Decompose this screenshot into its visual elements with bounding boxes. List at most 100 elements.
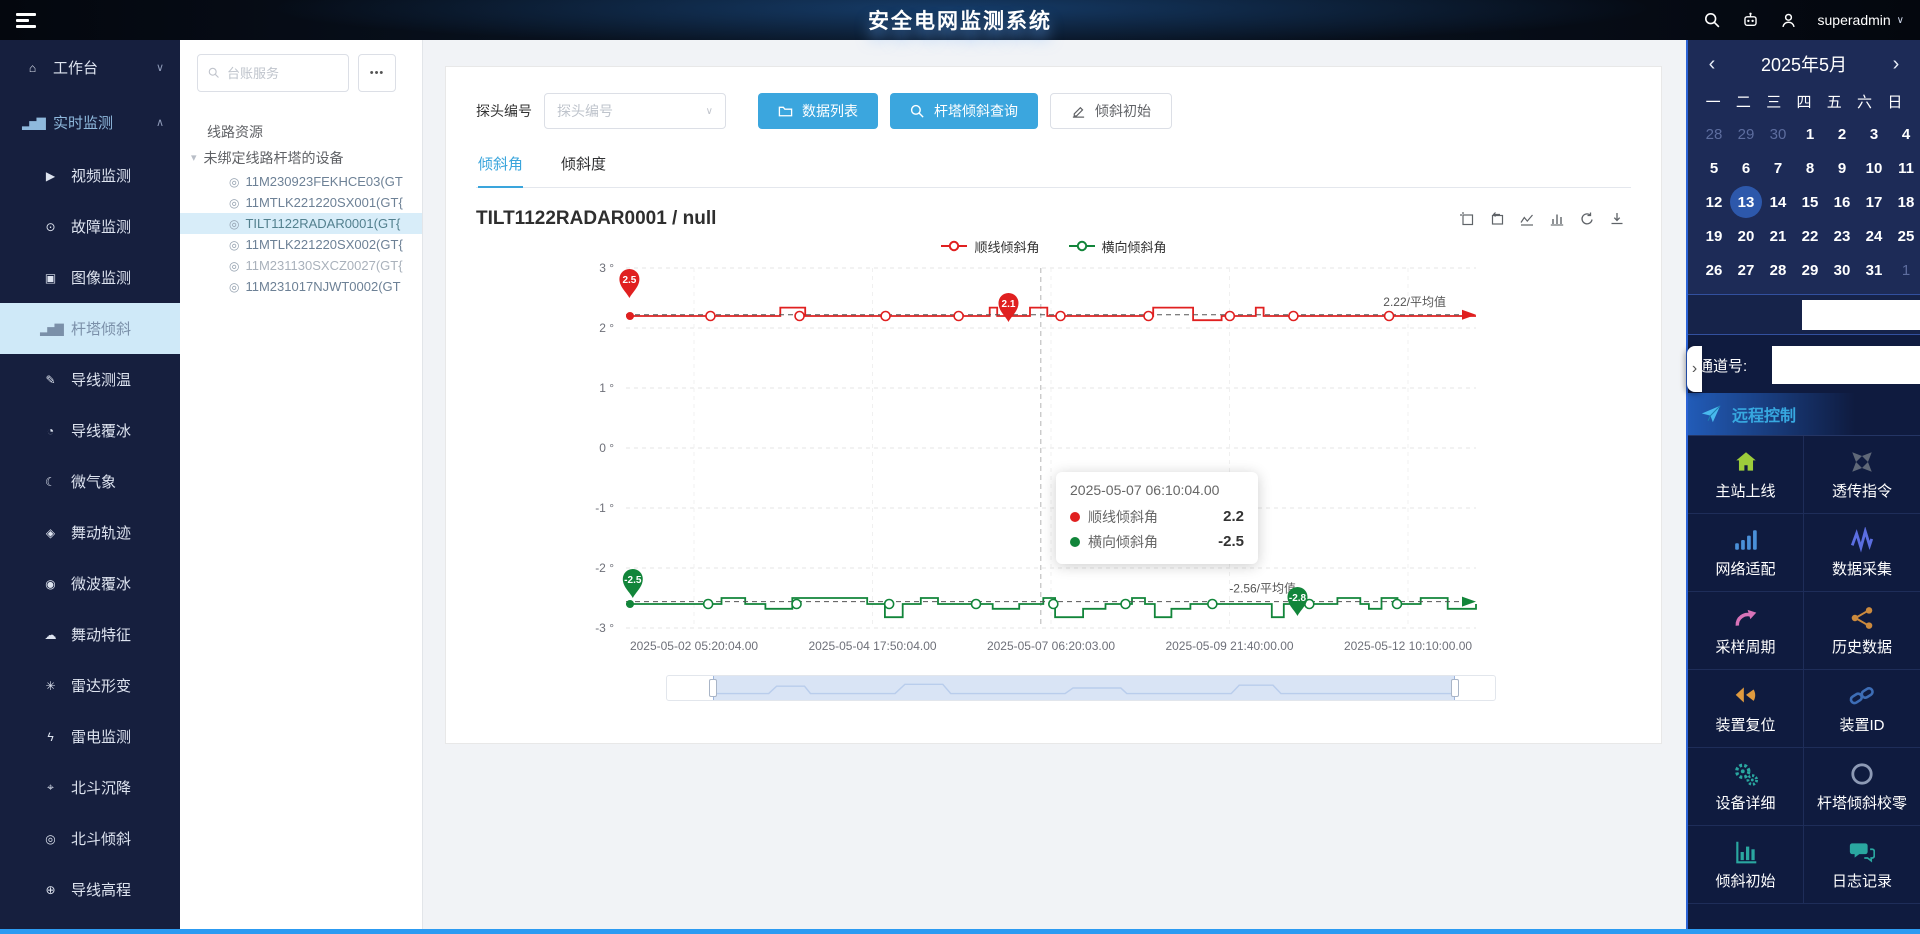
tree-node-unbound-group[interactable]: ▾ 未绑定线路杆塔的设备 (180, 145, 422, 170)
calendar-day[interactable]: 7 (1762, 152, 1794, 184)
datazoom-right-handle[interactable] (1451, 679, 1459, 697)
sidebar-item[interactable]: ▣ 图像监测 (0, 252, 180, 303)
remote-button-device-reset[interactable]: 装置复位 (1688, 670, 1804, 748)
remote-button-sample-cycle[interactable]: 采样周期 (1688, 592, 1804, 670)
calendar-day[interactable]: 29 (1730, 118, 1762, 150)
calendar-day[interactable]: 15 (1794, 186, 1826, 218)
sidebar-item[interactable]: ◈ 舞动轨迹 (0, 507, 180, 558)
legend-item-series2[interactable]: 横向倾斜角 (1068, 237, 1167, 256)
calendar-day[interactable]: 16 (1826, 186, 1858, 218)
sidebar-item[interactable]: ☾ 微气象 (0, 456, 180, 507)
calendar-day[interactable]: 12 (1698, 186, 1730, 218)
toolbox-datazoom-icon[interactable] (1459, 211, 1475, 227)
remote-button-tilt-zero-calibration[interactable]: 杆塔倾斜校零 (1804, 748, 1920, 826)
calendar-day[interactable]: 11 (1890, 152, 1920, 184)
sidebar-item[interactable]: ✳ 雷达形变 (0, 660, 180, 711)
tree-device-item[interactable]: ◎ 11M230923FEKHCE03(GT (180, 171, 422, 192)
calendar-day[interactable]: 19 (1698, 220, 1730, 252)
toolbox-bar-chart-icon[interactable] (1549, 211, 1565, 227)
panel-collapse-handle[interactable]: › (1687, 346, 1702, 392)
line-chart[interactable]: 3 °2 °1 °0 °-1 °-2 °-3 °2025-05-02 05:20… (476, 258, 1506, 662)
more-options-button[interactable]: ••• (358, 54, 396, 92)
sidebar-item[interactable]: ☁ 舞动特征 (0, 609, 180, 660)
calendar-day[interactable]: 27 (1730, 254, 1762, 286)
panel-input[interactable] (1802, 300, 1920, 330)
tree-search-box[interactable] (197, 54, 349, 92)
calendar-day[interactable]: 3 (1858, 118, 1890, 150)
calendar-day[interactable]: 20 (1730, 220, 1762, 252)
sidebar-item[interactable]: ✎ 导线测温 (0, 354, 180, 405)
calendar-day[interactable]: 8 (1794, 152, 1826, 184)
calendar-day[interactable]: 10 (1858, 152, 1890, 184)
sidebar-item[interactable]: ◎ 北斗倾斜 (0, 813, 180, 864)
search-icon[interactable] (1704, 11, 1722, 29)
sidebar-item[interactable]: ⊙ 故障监测 (0, 201, 180, 252)
menu-toggle-icon[interactable] (16, 13, 36, 28)
robot-icon[interactable] (1742, 11, 1760, 29)
sidebar-item[interactable]: ϟ 雷电监测 (0, 711, 180, 762)
calendar-day[interactable]: 4 (1890, 118, 1920, 150)
calendar-day[interactable]: 13 (1730, 186, 1762, 218)
tree-device-item[interactable]: ◎ TILT1122RADAR0001(GT{ (180, 213, 422, 234)
calendar-day[interactable]: 22 (1794, 220, 1826, 252)
calendar-next-button[interactable]: › (1882, 53, 1910, 76)
remote-button-passthrough-command[interactable]: 透传指令 (1804, 436, 1920, 514)
datazoom-selection[interactable] (713, 676, 1455, 700)
calendar-day[interactable]: 23 (1826, 220, 1858, 252)
data-list-button[interactable]: 数据列表 (758, 93, 878, 129)
toolbox-zoom-reset-icon[interactable] (1489, 211, 1505, 227)
calendar-day[interactable]: 24 (1858, 220, 1890, 252)
calendar-day[interactable]: 30 (1826, 254, 1858, 286)
calendar-day[interactable]: 5 (1698, 152, 1730, 184)
tree-device-item[interactable]: ◎ 11MTLK221220SX001(GT{ (180, 192, 422, 213)
remote-button-device-detail[interactable]: 设备详细 (1688, 748, 1804, 826)
toolbox-save-image-icon[interactable] (1609, 211, 1625, 227)
tab-tilt-angle[interactable]: 倾斜角 (478, 153, 523, 188)
calendar-day[interactable]: 29 (1794, 254, 1826, 286)
calendar-day[interactable]: 21 (1762, 220, 1794, 252)
sidebar-item[interactable]: ◉ 微波覆冰 (0, 558, 180, 609)
calendar-day[interactable]: 1 (1794, 118, 1826, 150)
datazoom-slider[interactable] (666, 675, 1496, 701)
calendar-day[interactable]: 9 (1826, 152, 1858, 184)
remote-button-master-online[interactable]: 主站上线 (1688, 436, 1804, 514)
probe-number-select[interactable]: 探头编号 ∨ (544, 93, 726, 129)
tab-tilt-degree[interactable]: 倾斜度 (561, 153, 606, 187)
calendar-day[interactable]: 28 (1698, 118, 1730, 150)
tree-device-item[interactable]: ◎ 11M231017NJWT0002(GT (180, 276, 422, 297)
calendar-day[interactable]: 2 (1826, 118, 1858, 150)
tree-node-line-resource[interactable]: 线路资源 (180, 120, 422, 145)
remote-button-log-record[interactable]: 日志记录 (1804, 826, 1920, 904)
sidebar-item[interactable]: ◔ 导线覆冰 (0, 405, 180, 456)
tilt-init-button[interactable]: 倾斜初始 (1050, 93, 1172, 129)
sidebar-section-realtime[interactable]: ▂▅▇ 实时监测 ∧ (0, 95, 180, 150)
calendar-day[interactable]: 17 (1858, 186, 1890, 218)
datazoom-left-handle[interactable] (709, 679, 717, 697)
calendar-day[interactable]: 31 (1858, 254, 1890, 286)
toolbox-line-chart-icon[interactable] (1519, 211, 1535, 227)
sidebar-item[interactable]: ▶ 视频监测 (0, 150, 180, 201)
tower-tilt-query-button[interactable]: 杆塔倾斜查询 (890, 93, 1038, 129)
user-icon[interactable] (1780, 11, 1798, 29)
sidebar-item[interactable]: ⌖ 北斗沉降 (0, 762, 180, 813)
calendar-day[interactable]: 30 (1762, 118, 1794, 150)
tree-search-input[interactable] (227, 66, 338, 81)
sidebar-item-workbench[interactable]: ⌂ 工作台 ∨ (0, 40, 180, 95)
calendar-day[interactable]: 14 (1762, 186, 1794, 218)
toolbox-restore-icon[interactable] (1579, 211, 1595, 227)
calendar-day[interactable]: 18 (1890, 186, 1920, 218)
remote-button-data-collect[interactable]: 数据采集 (1804, 514, 1920, 592)
sidebar-item[interactable]: ⊕ 导线高程 (0, 864, 180, 915)
tree-device-item[interactable]: ◎ 11MTLK221220SX002(GT{ (180, 234, 422, 255)
calendar-day[interactable]: 28 (1762, 254, 1794, 286)
remote-button-device-id[interactable]: 装置ID (1804, 670, 1920, 748)
calendar-day[interactable]: 1 (1890, 254, 1920, 286)
calendar-day[interactable]: 25 (1890, 220, 1920, 252)
remote-button-network-adapt[interactable]: 网络适配 (1688, 514, 1804, 592)
calendar-day[interactable]: 6 (1730, 152, 1762, 184)
user-menu[interactable]: superadmin ∨ (1818, 12, 1904, 28)
remote-button-history-data[interactable]: 历史数据 (1804, 592, 1920, 670)
calendar-prev-button[interactable]: ‹ (1698, 53, 1726, 76)
remote-button-tilt-initial[interactable]: 倾斜初始 (1688, 826, 1804, 904)
legend-item-series1[interactable]: 顺线倾斜角 (940, 237, 1039, 256)
